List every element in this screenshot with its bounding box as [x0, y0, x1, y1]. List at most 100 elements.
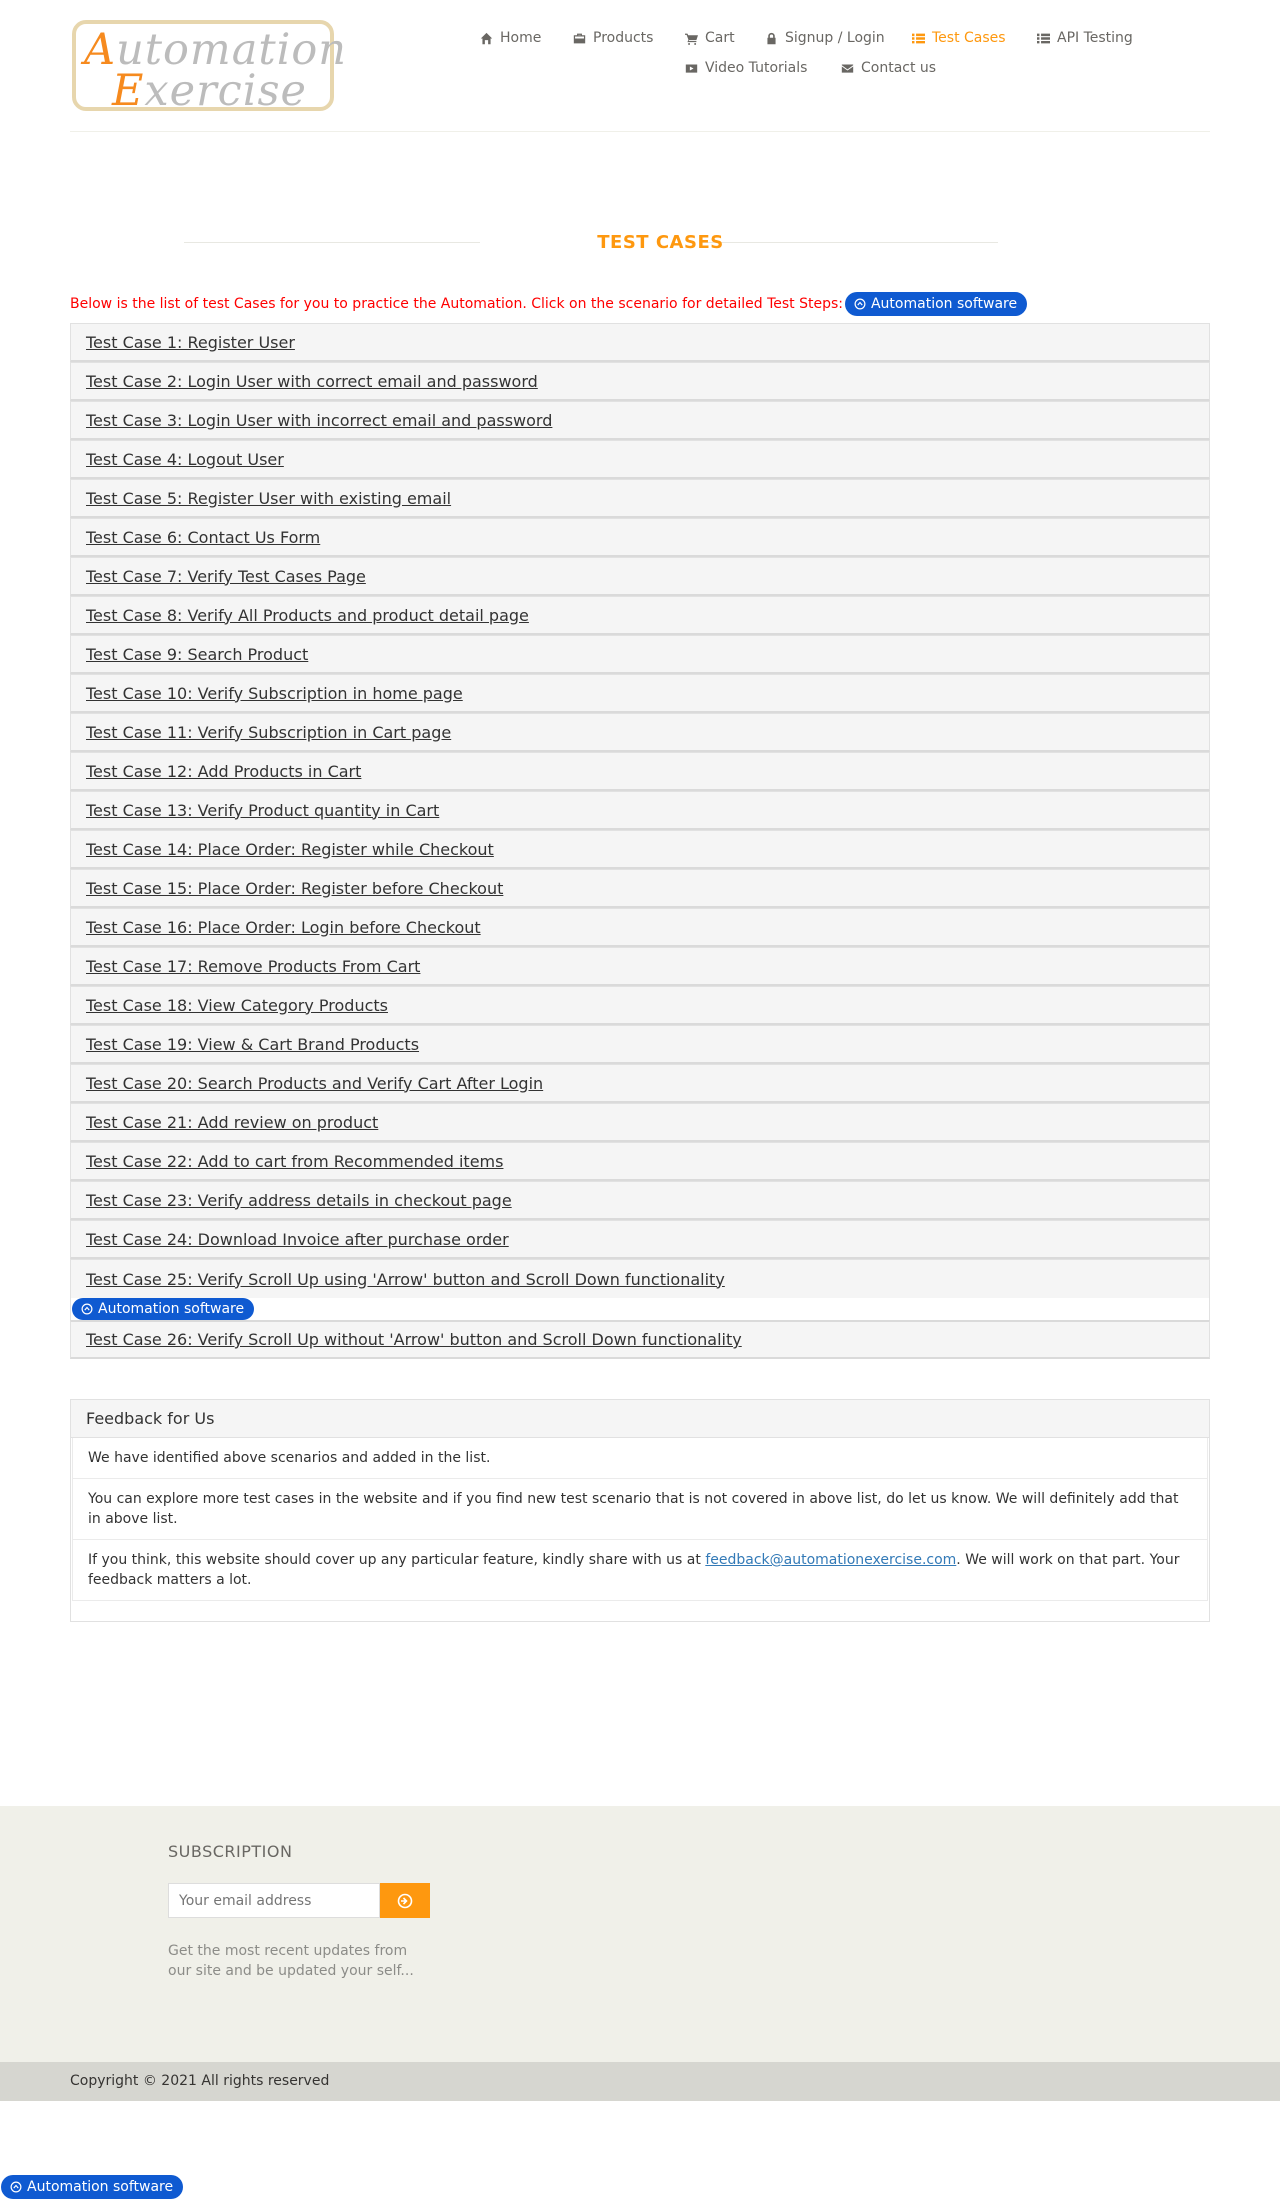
- test-case-item[interactable]: Test Case 4: Logout User: [70, 440, 1210, 479]
- nav-video-tutorials-label: Video Tutorials: [705, 60, 808, 76]
- test-case-link[interactable]: Test Case 23: Verify address details in …: [86, 1191, 512, 1210]
- nav-signup-login[interactable]: Signup / Login: [765, 30, 885, 46]
- header-divider: [70, 131, 1210, 132]
- test-case-item[interactable]: Test Case 10: Verify Subscription in hom…: [70, 674, 1210, 713]
- test-case-item[interactable]: Test Case 21: Add review on product: [70, 1103, 1210, 1142]
- arrow-circle-right-icon: [397, 1893, 413, 1908]
- list-icon: [912, 33, 925, 43]
- test-case-link[interactable]: Test Case 6: Contact Us Form: [86, 528, 320, 547]
- arrow-circle-icon: [81, 1303, 93, 1315]
- feedback-heading: Feedback for Us: [71, 1400, 1209, 1438]
- test-case-item[interactable]: Test Case 23: Verify address details in …: [70, 1181, 1210, 1220]
- test-case-link[interactable]: Test Case 8: Verify All Products and pro…: [86, 606, 529, 625]
- test-case-link[interactable]: Test Case 7: Verify Test Cases Page: [86, 567, 366, 586]
- products-icon: [573, 33, 586, 43]
- feedback-item: You can explore more test cases in the w…: [72, 1479, 1208, 1540]
- nav-test-cases[interactable]: Test Cases: [912, 30, 1006, 46]
- arrow-circle-icon: [854, 298, 866, 310]
- ad-automation-software[interactable]: Automation software: [1, 2175, 184, 2199]
- copyright-text: Copyright © 2021 All rights reserved: [70, 2073, 330, 2089]
- header: Automation Exercise Home Products Cart S…: [0, 0, 1280, 133]
- page-title: TEST CASES: [597, 232, 724, 253]
- site-logo[interactable]: Automation Exercise: [72, 20, 346, 116]
- test-case-item[interactable]: Test Case 13: Verify Product quantity in…: [70, 791, 1210, 830]
- test-case-item[interactable]: Test Case 18: View Category Products: [70, 986, 1210, 1025]
- nav-cart-label: Cart: [705, 30, 735, 46]
- test-case-link[interactable]: Test Case 3: Login User with incorrect e…: [86, 411, 552, 430]
- test-case-item[interactable]: Test Case 12: Add Products in Cart: [70, 752, 1210, 791]
- test-case-link[interactable]: Test Case 2: Login User with correct ema…: [86, 372, 538, 391]
- section-title-wrap: TEST CASES: [70, 228, 1210, 258]
- nav-home[interactable]: Home: [480, 30, 541, 46]
- test-case-item[interactable]: Test Case 15: Place Order: Register befo…: [70, 869, 1210, 908]
- nav-api-testing[interactable]: API Testing: [1037, 30, 1133, 46]
- test-case-item[interactable]: Test Case 22: Add to cart from Recommend…: [70, 1142, 1210, 1181]
- subscription-title: SUBSCRIPTION: [168, 1842, 293, 1861]
- test-case-link[interactable]: Test Case 22: Add to cart from Recommend…: [86, 1152, 503, 1171]
- feedback-email-link[interactable]: feedback@automationexercise.com: [705, 1552, 956, 1568]
- test-case-link[interactable]: Test Case 25: Verify Scroll Up using 'Ar…: [86, 1270, 725, 1289]
- test-case-item[interactable]: Test Case 1: Register User: [70, 323, 1210, 362]
- test-case-link[interactable]: Test Case 14: Place Order: Register whil…: [86, 840, 494, 859]
- test-case-link[interactable]: Test Case 20: Search Products and Verify…: [86, 1074, 543, 1093]
- test-case-item[interactable]: Test Case 25: Verify Scroll Up using 'Ar…: [70, 1259, 1210, 1298]
- ad-label: Automation software: [98, 1301, 245, 1317]
- cart-icon: [685, 33, 698, 45]
- nav-test-cases-label: Test Cases: [932, 30, 1006, 46]
- test-case-link[interactable]: Test Case 1: Register User: [86, 333, 295, 352]
- lock-icon: [767, 32, 776, 44]
- nav-signup-login-label: Signup / Login: [785, 30, 885, 46]
- nav-video-tutorials[interactable]: Video Tutorials: [685, 60, 807, 76]
- test-case-link[interactable]: Test Case 13: Verify Product quantity in…: [86, 801, 439, 820]
- subscription-email-input[interactable]: [168, 1883, 380, 1918]
- test-case-item[interactable]: Test Case 9: Search Product: [70, 635, 1210, 674]
- test-case-link[interactable]: Test Case 19: View & Cart Brand Products: [86, 1035, 419, 1054]
- ad-label: Automation software: [870, 296, 1018, 312]
- footer-bottom: Copyright © 2021 All rights reserved: [0, 2062, 1280, 2101]
- intro-text-row: Below is the list of test Cases for you …: [70, 292, 1028, 316]
- test-case-item[interactable]: Test Case 17: Remove Products From Cart: [70, 947, 1210, 986]
- test-case-item[interactable]: Test Case 2: Login User with correct ema…: [70, 362, 1210, 401]
- test-case-link[interactable]: Test Case 4: Logout User: [86, 450, 284, 469]
- test-case-link[interactable]: Test Case 18: View Category Products: [86, 996, 388, 1015]
- list-icon: [1037, 33, 1050, 43]
- test-case-item[interactable]: Test Case 6: Contact Us Form: [70, 518, 1210, 557]
- logo-line-2: Exercise: [112, 66, 307, 116]
- test-case-item[interactable]: Test Case 11: Verify Subscription in Car…: [70, 713, 1210, 752]
- nav-products[interactable]: Products: [573, 30, 653, 46]
- test-case-link[interactable]: Test Case 17: Remove Products From Cart: [86, 957, 420, 976]
- test-case-item[interactable]: Test Case 19: View & Cart Brand Products: [70, 1025, 1210, 1064]
- intro-text: Below is the list of test Cases for you …: [70, 296, 843, 312]
- test-case-item[interactable]: Test Case 14: Place Order: Register whil…: [70, 830, 1210, 869]
- test-case-item[interactable]: Test Case 26: Verify Scroll Up without '…: [70, 1320, 1210, 1359]
- test-case-link[interactable]: Test Case 12: Add Products in Cart: [86, 762, 361, 781]
- nav-products-label: Products: [593, 30, 654, 46]
- test-case-link[interactable]: Test Case 5: Register User with existing…: [86, 489, 451, 508]
- nav-api-testing-label: API Testing: [1057, 30, 1133, 46]
- test-case-link[interactable]: Test Case 11: Verify Subscription in Car…: [86, 723, 451, 742]
- test-case-link[interactable]: Test Case 9: Search Product: [86, 645, 308, 664]
- test-case-link[interactable]: Test Case 10: Verify Subscription in hom…: [86, 684, 463, 703]
- nav-home-label: Home: [500, 30, 542, 46]
- test-case-item[interactable]: Test Case 3: Login User with incorrect e…: [70, 401, 1210, 440]
- test-case-link[interactable]: Test Case 15: Place Order: Register befo…: [86, 879, 503, 898]
- test-case-item[interactable]: Test Case 8: Verify All Products and pro…: [70, 596, 1210, 635]
- test-case-item[interactable]: Test Case 24: Download Invoice after pur…: [70, 1220, 1210, 1259]
- nav-contact-us-label: Contact us: [861, 60, 937, 76]
- test-case-link[interactable]: Test Case 21: Add review on product: [86, 1113, 378, 1132]
- test-case-item[interactable]: Test Case 5: Register User with existing…: [70, 479, 1210, 518]
- ad-automation-software[interactable]: Automation software: [844, 292, 1028, 316]
- test-case-link[interactable]: Test Case 16: Place Order: Login before …: [86, 918, 481, 937]
- test-case-link[interactable]: Test Case 26: Verify Scroll Up without '…: [86, 1330, 742, 1349]
- subscribe-button[interactable]: [380, 1883, 430, 1918]
- ad-automation-software[interactable]: Automation software: [72, 1298, 255, 1320]
- feedback-panel: Feedback for Us We have identified above…: [70, 1399, 1210, 1622]
- nav-cart[interactable]: Cart: [685, 30, 735, 46]
- test-case-item[interactable]: Test Case 16: Place Order: Login before …: [70, 908, 1210, 947]
- test-case-link[interactable]: Test Case 24: Download Invoice after pur…: [86, 1230, 509, 1249]
- nav-contact-us[interactable]: Contact us: [841, 60, 936, 76]
- test-case-ad-row: Automation software: [70, 1298, 1210, 1320]
- test-case-item[interactable]: Test Case 20: Search Products and Verify…: [70, 1064, 1210, 1103]
- test-case-item[interactable]: Test Case 7: Verify Test Cases Page: [70, 557, 1210, 596]
- feedback-item: We have identified above scenarios and a…: [72, 1438, 1208, 1479]
